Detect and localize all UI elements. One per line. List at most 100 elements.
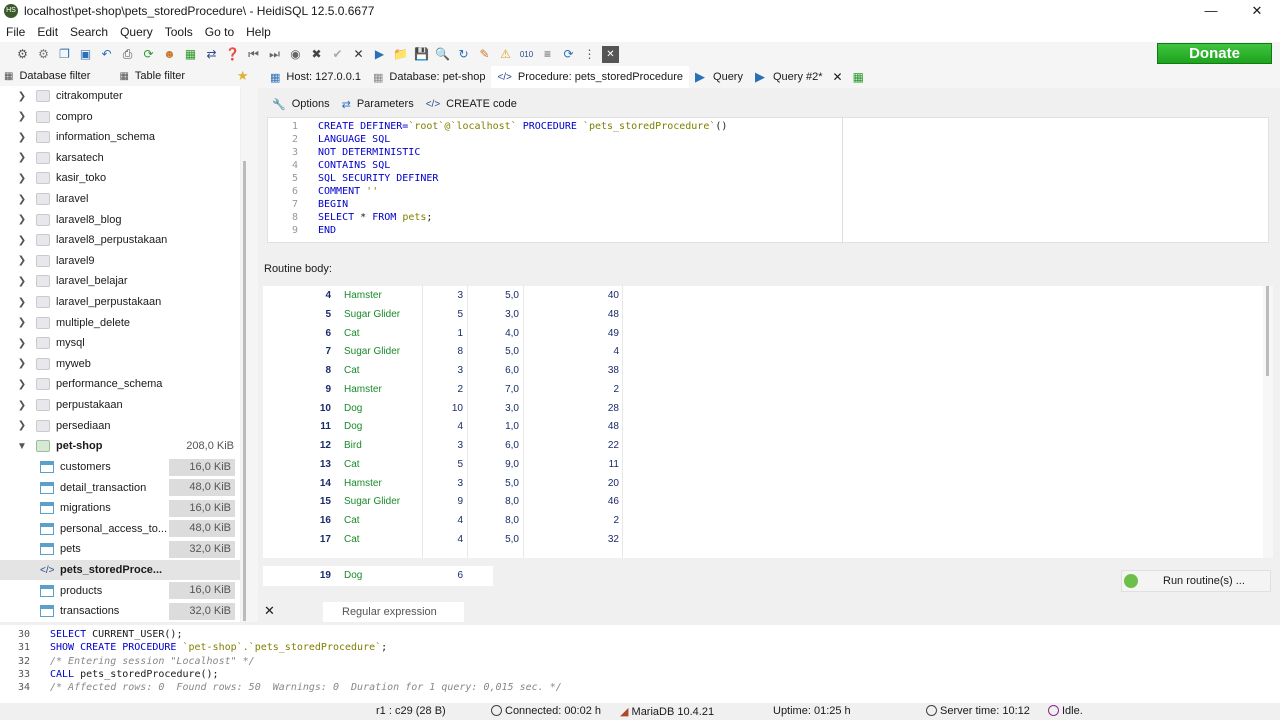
tab-query[interactable]: ▶ Query [689,66,749,88]
tree-item-database[interactable]: ❯ kasir_toko [0,168,240,188]
chevron-right-icon[interactable]: ❯ [16,91,28,102]
help-icon[interactable]: ❓ [224,46,241,63]
refresh-icon[interactable]: ⟳ [140,46,157,63]
connect-icon[interactable]: ⚙ [14,46,31,63]
tree-item-table[interactable]: personal_access_to... 48,0 KiB [0,519,240,539]
binary-icon[interactable]: 010 [518,46,535,63]
chevron-right-icon[interactable]: ❯ [16,420,28,431]
run-icon[interactable]: ▶ [371,46,388,63]
maximize-icon[interactable] [1190,0,1236,22]
regex-filter-input[interactable]: Regular expression [323,602,464,622]
table-row[interactable]: 14 Hamster 3 5,0 20 [263,475,623,493]
table-row[interactable]: 13 Cat 5 9,0 11 [263,456,623,474]
menu-edit[interactable]: Edit [31,25,64,39]
save-icon[interactable]: 💾 [413,46,430,63]
replace-icon[interactable]: ↻ [455,46,472,63]
table-row[interactable]: 17 Cat 4 5,0 32 [263,531,623,549]
tree-item-database[interactable]: ❯ laravel9 [0,251,240,271]
chevron-right-icon[interactable]: ❯ [16,379,28,390]
chevron-right-icon[interactable]: ❯ [16,317,28,328]
find-icon[interactable]: 🔍 [434,46,451,63]
wrap-icon[interactable]: ≡ [539,46,556,63]
tab-procedure[interactable]: </> Procedure: pets_storedProcedure [491,66,690,88]
tree-item-database[interactable]: ❯ multiple_delete [0,313,240,333]
auto-refresh-icon[interactable]: ⟳ [560,46,577,63]
tree-item-database[interactable]: ❯ laravel_belajar [0,271,240,291]
tree-item-database[interactable]: ❯ laravel [0,189,240,209]
chevron-down-icon[interactable]: ▼ [16,441,28,452]
chevron-right-icon[interactable]: ❯ [16,276,28,287]
menu-goto[interactable]: Go to [199,25,240,39]
tab-create-code[interactable]: </> CREATE code [419,93,523,115]
table-row[interactable]: 11 Dog 4 1,0 48 [263,418,623,436]
open-folder-icon[interactable]: 📁 [392,46,409,63]
tree-item-database[interactable]: ❯ information_schema [0,127,240,147]
chevron-right-icon[interactable]: ❯ [16,358,28,369]
menu-search[interactable]: Search [64,25,114,39]
chevron-right-icon[interactable]: ❯ [16,235,28,246]
tree-item-table[interactable]: migrations 16,0 KiB [0,498,240,518]
insert-icon[interactable]: ◉ [287,46,304,63]
tab-parameters[interactable]: ⇄ Parameters [336,93,420,115]
first-icon[interactable]: ⏮ [245,46,262,63]
tree-item-database[interactable]: ❯ mysql [0,333,240,353]
last-icon[interactable]: ⏭ [266,46,283,63]
favorites-star-icon[interactable]: ★ [237,68,249,84]
chevron-right-icon[interactable]: ❯ [16,255,28,266]
chevron-right-icon[interactable]: ❯ [16,173,28,184]
menu-help[interactable]: Help [240,25,277,39]
clear-icon[interactable]: ✎ [476,46,493,63]
warning-icon[interactable]: ⚠ [497,46,514,63]
copy-icon[interactable]: ❐ [56,46,73,63]
table-row[interactable]: 16 Cat 4 8,0 2 [263,512,623,530]
menu-tools[interactable]: Tools [159,25,199,39]
table-row[interactable]: 9 Hamster 2 7,0 2 [263,381,623,399]
disconnect-icon[interactable]: ⚙ [35,46,52,63]
tree-item-database[interactable]: ❯ citrakomputer [0,86,240,106]
tree-item-table[interactable]: transactions 32,0 KiB [0,601,240,621]
close-filter-icon[interactable]: ✕ [264,603,275,619]
table-row[interactable]: 5 Sugar Glider 5 3,0 48 [263,306,623,324]
paste-icon[interactable]: ▣ [77,46,94,63]
tree-item-database[interactable]: ❯ laravel8_blog [0,210,240,230]
tree-item-database[interactable]: ❯ persediaan [0,416,240,436]
results-grid[interactable]: 4 Hamster 3 5,0 40 5 Sugar Glider 5 3,0 48 6 Cat 1 4,… [263,286,1263,558]
sql-log[interactable]: 30 SELECT CURRENT_USER(); 31 SHOW CREATE PR… [0,625,1280,703]
new-tab-icon[interactable]: ▦ [853,70,864,84]
chevron-right-icon[interactable]: ❯ [16,214,28,225]
chevron-right-icon[interactable]: ❯ [16,338,28,349]
table-row[interactable]: 7 Sugar Glider 8 5,0 4 [263,343,623,361]
table-row[interactable]: 10 Dog 10 3,0 28 [263,400,623,418]
close-window-icon[interactable]: ✕ [1234,0,1280,22]
chevron-right-icon[interactable]: ❯ [16,194,28,205]
tree-item-table[interactable]: pets 32,0 KiB [0,539,240,559]
chevron-right-icon[interactable]: ❯ [16,400,28,411]
table-row[interactable]: 15 Sugar Glider 9 8,0 46 [263,493,623,511]
tree-item-database[interactable]: ❯ perpustakaan [0,395,240,415]
print-icon[interactable]: ⎙ [119,46,136,63]
table-filter-input[interactable]: Table filter [135,70,231,82]
table-row[interactable]: 6 Cat 1 4,0 49 [263,325,623,343]
table-row[interactable]: 4 Hamster 3 5,0 40 [263,287,623,305]
tab-database[interactable]: ▦ Database: pet-shop [367,66,491,88]
chevron-right-icon[interactable]: ❯ [16,111,28,122]
post-icon[interactable]: ✔ [329,46,346,63]
tab-options[interactable]: 🔧 Options [266,93,336,115]
tree-item-database[interactable]: ❯ laravel8_perpustakaan [0,230,240,250]
close-tab-icon[interactable]: ✕ [833,70,843,84]
undo-icon[interactable]: ↶ [98,46,115,63]
chevron-right-icon[interactable]: ❯ [16,152,28,163]
import-icon[interactable]: ▦ [182,46,199,63]
delete-icon[interactable]: ✖ [308,46,325,63]
tree-item-table[interactable]: products 16,0 KiB [0,581,240,601]
tree-item-open-db[interactable]: ▼ pet-shop 208,0 KiB [0,436,240,456]
menu-query[interactable]: Query [114,25,159,39]
table-row[interactable]: 8 Cat 3 6,0 38 [263,362,623,380]
stop-icon[interactable]: ✕ [602,45,619,63]
table-row[interactable]: 12 Bird 3 6,0 22 [263,437,623,455]
user-manager-icon[interactable]: ☻ [161,46,178,63]
database-filter-input[interactable]: Database filter [19,70,109,82]
tab-host[interactable]: ▦ Host: 127.0.0.1 [264,66,367,88]
grid-scrollbar[interactable] [1263,286,1273,558]
sync-icon[interactable]: ⇄ [203,46,220,63]
